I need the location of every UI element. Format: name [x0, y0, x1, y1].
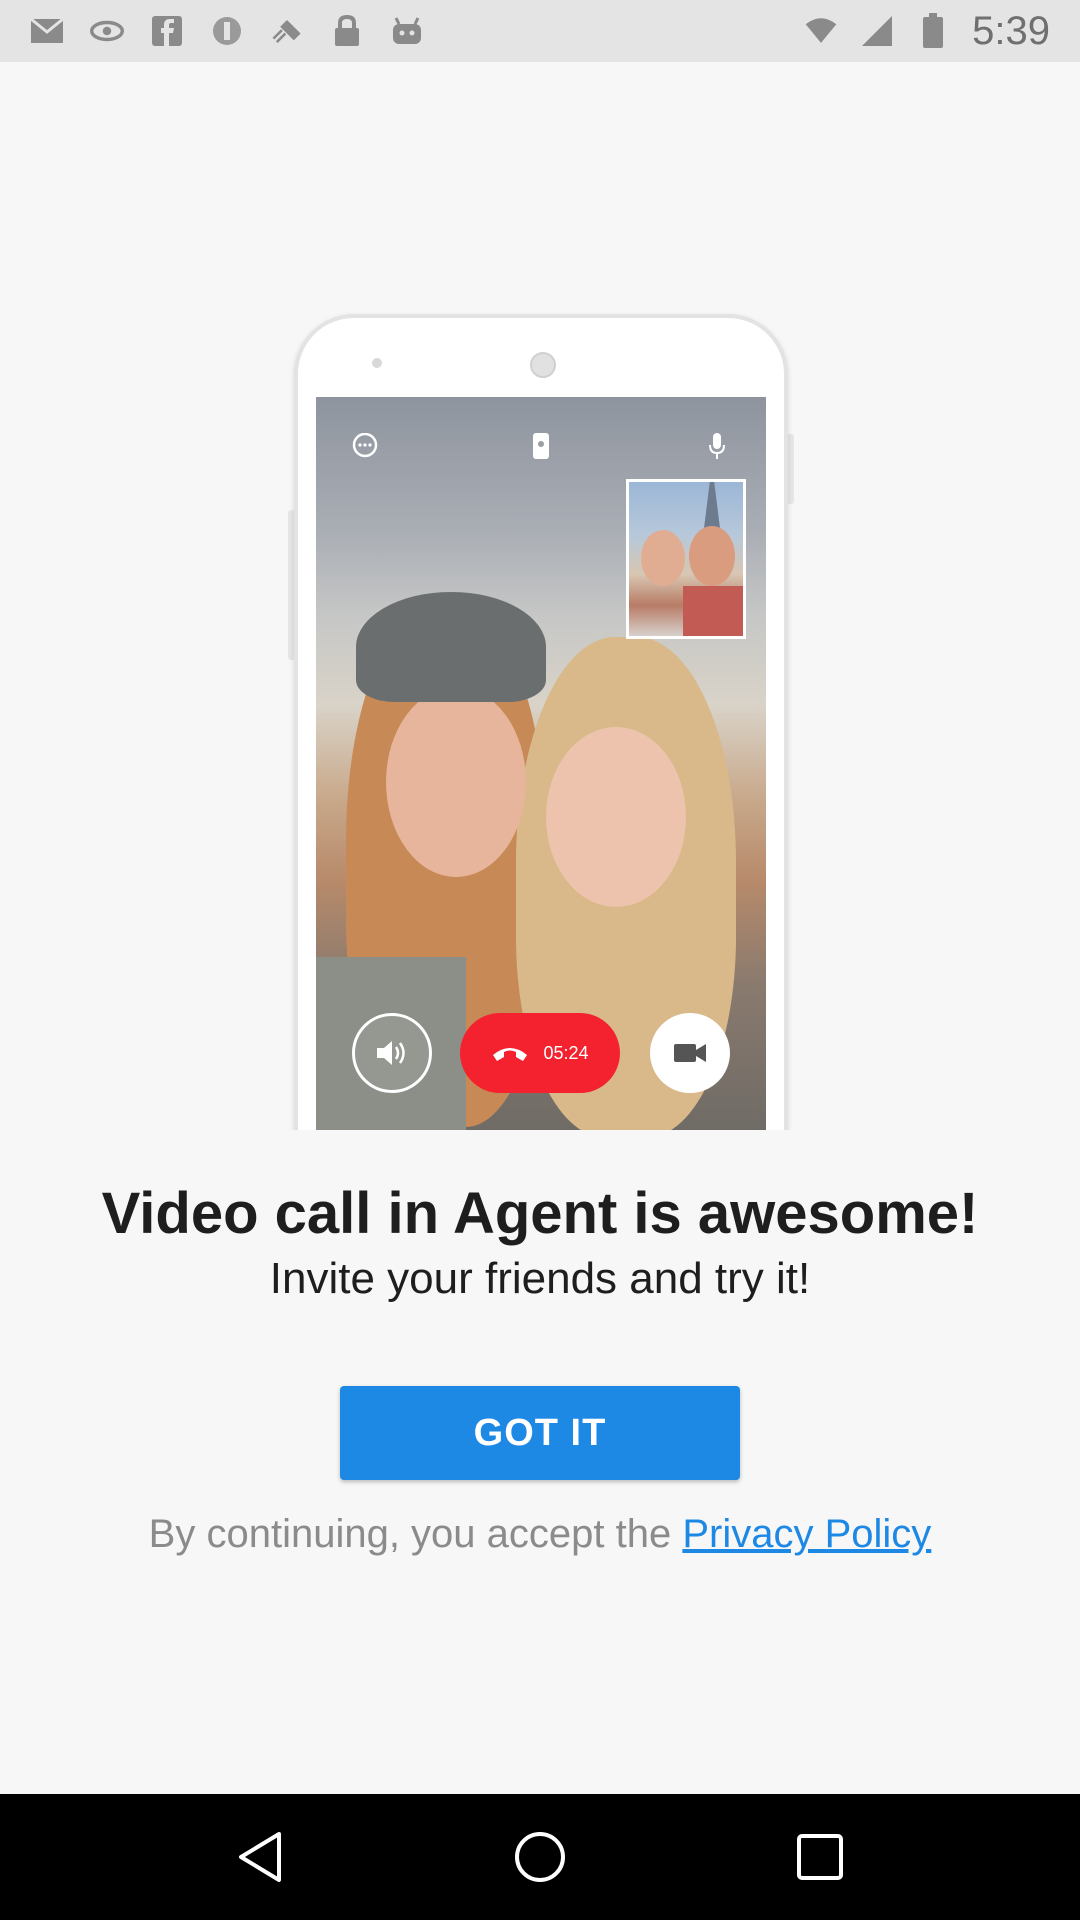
- back-button[interactable]: [220, 1817, 300, 1897]
- got-it-button[interactable]: GOT IT: [340, 1386, 740, 1480]
- video-toggle-button[interactable]: [650, 1013, 730, 1093]
- person-face: [689, 526, 735, 586]
- fake-gps-icon: [270, 16, 304, 46]
- back-icon: [239, 1832, 281, 1882]
- signal-icon: [860, 16, 894, 46]
- speaker-icon: [377, 1041, 405, 1065]
- video-camera-icon: [674, 1044, 706, 1062]
- wifi-icon: [804, 16, 838, 46]
- phone-sensor-dot: [372, 358, 382, 368]
- privacy-consent-text: By continuing, you accept the Privacy Po…: [0, 1512, 1080, 1557]
- phone-screen: 05:24: [316, 397, 766, 1130]
- consent-prefix: By continuing, you accept the: [148, 1512, 672, 1556]
- person-face: [546, 727, 686, 907]
- home-button[interactable]: [500, 1817, 580, 1897]
- recents-button[interactable]: [780, 1817, 860, 1897]
- mic-icon: [702, 431, 732, 461]
- onboarding-subline: Invite your friends and try it!: [269, 1254, 811, 1303]
- end-call-icon: [493, 1048, 528, 1061]
- video-call-illustration: 05:24: [0, 62, 1080, 1130]
- clock-time: 5:39: [972, 8, 1050, 53]
- circle-icon: [210, 16, 244, 46]
- speaker-button[interactable]: [352, 1013, 432, 1093]
- nvidia-icon: [90, 16, 124, 46]
- call-timer: 05:24: [543, 1042, 589, 1063]
- battery-icon: [916, 13, 950, 48]
- lock-icon: [330, 15, 364, 46]
- person-cap: [356, 592, 546, 702]
- mail-icon: [30, 16, 64, 46]
- privacy-policy-link[interactable]: Privacy Policy: [682, 1512, 931, 1556]
- self-view-thumbnail: [626, 479, 746, 639]
- person-face: [641, 530, 685, 586]
- chat-icon: [350, 431, 380, 461]
- home-icon: [515, 1832, 565, 1882]
- onboarding-headline: Video call in Agent is awesome!: [101, 1181, 979, 1246]
- status-bar: 5:39: [0, 0, 1080, 62]
- navigation-bar: [0, 1794, 1080, 1920]
- android-icon: [390, 16, 424, 46]
- person-face: [386, 687, 526, 877]
- facebook-icon: [150, 16, 184, 46]
- switch-camera-icon: [526, 431, 556, 461]
- recents-icon: [797, 1834, 843, 1880]
- phone-camera: [530, 352, 556, 378]
- person-shirt: [683, 586, 743, 636]
- end-call-button[interactable]: 05:24: [460, 1013, 620, 1093]
